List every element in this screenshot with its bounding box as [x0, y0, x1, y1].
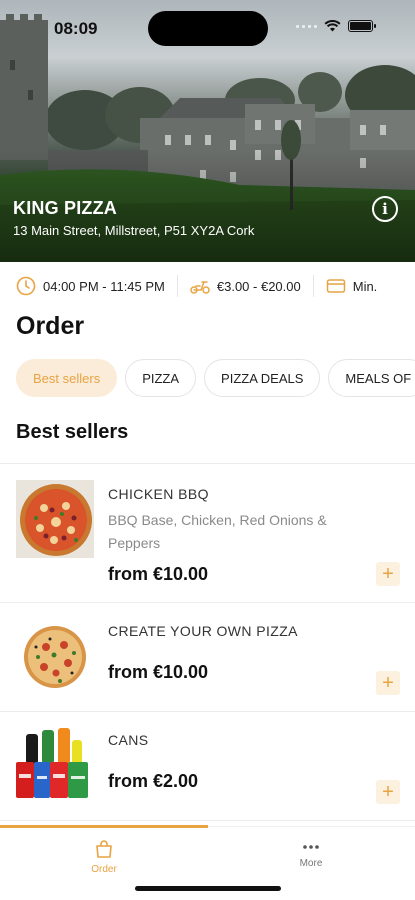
- status-icons: [296, 20, 376, 32]
- store-address: 13 Main Street, Millstreet, P51 XY2A Cor…: [13, 223, 255, 238]
- more-dots-icon: [303, 845, 319, 849]
- store-info-row: 04:00 PM - 11:45 PM €3.00 - €20.00 Min.: [0, 268, 415, 304]
- add-to-cart-button[interactable]: +: [376, 780, 400, 804]
- product-price: from €10.00: [108, 662, 209, 682]
- battery-icon: [348, 20, 376, 32]
- delivery-fee: €3.00 - €20.00: [190, 277, 301, 295]
- product-item[interactable]: CANS from €2.00 +: [0, 712, 415, 821]
- divider: [176, 275, 178, 297]
- add-to-cart-button[interactable]: +: [376, 671, 400, 695]
- cellular-signal-icon: [296, 24, 317, 28]
- add-to-cart-button[interactable]: +: [376, 562, 400, 586]
- info-icon[interactable]: i: [372, 196, 398, 222]
- soft-drink-cans-image: [16, 728, 88, 798]
- home-indicator: [135, 886, 281, 891]
- divider: [312, 275, 314, 297]
- chicken-bbq-pizza-image: [16, 480, 94, 558]
- store-name: KING PIZZA: [13, 198, 117, 218]
- tab-more[interactable]: More: [261, 843, 361, 869]
- store-hero-image: 08:09 KING PIZZA 13 Main Street, Millstr…: [0, 0, 415, 262]
- tab-order[interactable]: Order: [54, 839, 154, 875]
- opening-hours: 04:00 PM - 11:45 PM: [16, 276, 165, 296]
- create-your-own-pizza-image: [24, 626, 86, 688]
- card-icon: [326, 279, 345, 293]
- product-description: BBQ Base, Chicken, Red Onions & Peppers: [108, 512, 327, 551]
- category-chip-pizza[interactable]: PIZZA: [125, 359, 197, 397]
- product-name: CREATE YOUR OWN PIZZA: [108, 623, 298, 639]
- section-title: Best sellers: [16, 421, 129, 443]
- clock-icon: [16, 276, 36, 296]
- dynamic-island: [148, 11, 268, 46]
- tab-order-label: Order: [91, 864, 117, 875]
- status-time: 08:09: [54, 19, 98, 38]
- category-tabs: Best sellers PIZZA PIZZA DEALS MEALS OF: [16, 359, 415, 397]
- category-chip-meals[interactable]: MEALS OF: [328, 359, 415, 397]
- delivery-fee-text: €3.00 - €20.00: [216, 278, 301, 294]
- page-title: Order: [16, 312, 85, 340]
- wifi-icon: [324, 20, 341, 32]
- shopping-bag-icon: [96, 840, 112, 858]
- active-tab-indicator: [0, 825, 208, 828]
- opening-hours-text: 04:00 PM - 11:45 PM: [43, 278, 165, 294]
- product-item[interactable]: CREATE YOUR OWN PIZZA from €10.00 +: [0, 603, 415, 712]
- category-chip-pizza-deals[interactable]: PIZZA DEALS: [204, 359, 321, 397]
- status-bar: 08:09: [0, 0, 415, 50]
- category-chip-best-sellers[interactable]: Best sellers: [16, 359, 118, 397]
- product-price: from €2.00: [108, 771, 199, 791]
- minimum-order-text: Min.: [352, 278, 378, 294]
- product-item[interactable]: CHICKEN BBQ BBQ Base, Chicken, Red Onion…: [0, 464, 415, 603]
- minimum-order: Min.: [326, 278, 378, 294]
- product-name: CANS: [108, 732, 149, 748]
- product-price: from €10.00: [108, 564, 209, 584]
- tab-more-label: More: [299, 858, 323, 869]
- scooter-icon: [190, 281, 210, 294]
- product-name: CHICKEN BBQ: [108, 486, 209, 502]
